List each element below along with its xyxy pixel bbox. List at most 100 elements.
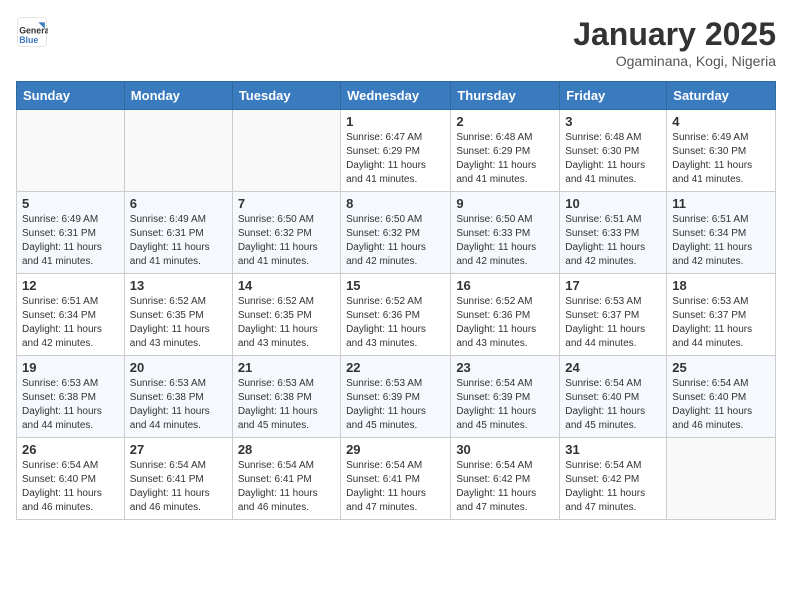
calendar-week-2: 5 Sunrise: 6:49 AMSunset: 6:31 PMDaylight… [17, 192, 776, 274]
calendar-cell: 25 Sunrise: 6:54 AMSunset: 6:40 PMDayligh… [667, 356, 776, 438]
day-info: Sunrise: 6:54 AMSunset: 6:41 PMDaylight:… [346, 459, 445, 515]
day-number: 3 [565, 114, 661, 129]
day-info: Sunrise: 6:47 AMSunset: 6:29 PMDaylight:… [346, 131, 445, 187]
day-info: Sunrise: 6:50 AMSunset: 6:32 PMDaylight:… [346, 213, 445, 269]
day-info: Sunrise: 6:52 AMSunset: 6:36 PMDaylight:… [346, 295, 445, 351]
weekday-header-monday: Monday [124, 82, 232, 110]
calendar-cell: 27 Sunrise: 6:54 AMSunset: 6:41 PMDayligh… [124, 438, 232, 520]
calendar-cell: 3 Sunrise: 6:48 AMSunset: 6:30 PMDaylight… [560, 110, 667, 192]
calendar-cell [667, 438, 776, 520]
day-number: 23 [456, 360, 554, 375]
calendar-cell: 7Sunrise: 6:50 AMSunset: 6:32 PMDaylight… [232, 192, 340, 274]
calendar-location: Ogaminana, Kogi, Nigeria [573, 53, 776, 69]
day-number: 24 [565, 360, 661, 375]
calendar-cell: 29Sunrise: 6:54 AMSunset: 6:41 PMDayligh… [341, 438, 451, 520]
weekday-header-friday: Friday [560, 82, 667, 110]
calendar-cell: 11Sunrise: 6:51 AMSunset: 6:34 PMDayligh… [667, 192, 776, 274]
weekday-header-sunday: Sunday [17, 82, 125, 110]
day-number: 11 [672, 196, 770, 211]
calendar-header-row: SundayMondayTuesdayWednesdayThursdayFrid… [17, 82, 776, 110]
calendar-cell: 22 Sunrise: 6:53 AMSunset: 6:39 PMDayligh… [341, 356, 451, 438]
calendar-cell: 23 Sunrise: 6:54 AMSunset: 6:39 PMDayligh… [451, 356, 560, 438]
day-number: 15 [346, 278, 445, 293]
calendar-cell: 28 Sunrise: 6:54 AMSunset: 6:41 PMDayligh… [232, 438, 340, 520]
day-number: 19 [22, 360, 119, 375]
day-info: Sunrise: 6:54 AMSunset: 6:40 PMDaylight:… [22, 459, 119, 515]
day-info: Sunrise: 6:51 AMSunset: 6:33 PMDaylight:… [565, 213, 661, 269]
day-number: 12 [22, 278, 119, 293]
day-number: 22 [346, 360, 445, 375]
calendar-week-3: 12 Sunrise: 6:51 AMSunset: 6:34 PMDayligh… [17, 274, 776, 356]
page-header: General Blue January 2025 Ogaminana, Kog… [16, 16, 776, 69]
day-number: 21 [238, 360, 335, 375]
weekday-header-tuesday: Tuesday [232, 82, 340, 110]
day-info: Sunrise: 6:51 AMSunset: 6:34 PMDaylight:… [22, 295, 119, 351]
day-info: Sunrise: 6:54 AMSunset: 6:40 PMDaylight:… [565, 377, 661, 433]
calendar-cell: 14 Sunrise: 6:52 AMSunset: 6:35 PMDayligh… [232, 274, 340, 356]
calendar-cell: 5 Sunrise: 6:49 AMSunset: 6:31 PMDaylight… [17, 192, 125, 274]
day-number: 25 [672, 360, 770, 375]
calendar-cell: 24 Sunrise: 6:54 AMSunset: 6:40 PMDayligh… [560, 356, 667, 438]
day-number: 4 [672, 114, 770, 129]
calendar-cell: 16Sunrise: 6:52 AMSunset: 6:36 PMDayligh… [451, 274, 560, 356]
day-number: 13 [130, 278, 227, 293]
day-number: 14 [238, 278, 335, 293]
calendar-cell: 26 Sunrise: 6:54 AMSunset: 6:40 PMDayligh… [17, 438, 125, 520]
day-number: 28 [238, 442, 335, 457]
day-info: Sunrise: 6:53 AMSunset: 6:38 PMDaylight:… [130, 377, 227, 433]
day-info: Sunrise: 6:53 AMSunset: 6:37 PMDaylight:… [565, 295, 661, 351]
calendar-week-4: 19 Sunrise: 6:53 AMSunset: 6:38 PMDayligh… [17, 356, 776, 438]
day-number: 30 [456, 442, 554, 457]
weekday-header-wednesday: Wednesday [341, 82, 451, 110]
calendar-cell: 6Sunrise: 6:49 AMSunset: 6:31 PMDaylight… [124, 192, 232, 274]
day-info: Sunrise: 6:50 AMSunset: 6:32 PMDaylight:… [238, 213, 335, 269]
day-number: 17 [565, 278, 661, 293]
calendar-cell: 9 Sunrise: 6:50 AMSunset: 6:33 PMDaylight… [451, 192, 560, 274]
day-number: 5 [22, 196, 119, 211]
calendar-cell: 13 Sunrise: 6:52 AMSunset: 6:35 PMDayligh… [124, 274, 232, 356]
day-info: Sunrise: 6:53 AMSunset: 6:38 PMDaylight:… [22, 377, 119, 433]
day-number: 26 [22, 442, 119, 457]
calendar-title: January 2025 [573, 16, 776, 53]
calendar-cell: 12 Sunrise: 6:51 AMSunset: 6:34 PMDayligh… [17, 274, 125, 356]
day-info: Sunrise: 6:54 AMSunset: 6:41 PMDaylight:… [130, 459, 227, 515]
day-info: Sunrise: 6:48 AMSunset: 6:30 PMDaylight:… [565, 131, 661, 187]
svg-text:Blue: Blue [19, 35, 38, 45]
day-number: 16 [456, 278, 554, 293]
calendar-cell: 8 Sunrise: 6:50 AMSunset: 6:32 PMDaylight… [341, 192, 451, 274]
day-info: Sunrise: 6:53 AMSunset: 6:38 PMDaylight:… [238, 377, 335, 433]
day-info: Sunrise: 6:54 AMSunset: 6:40 PMDaylight:… [672, 377, 770, 433]
calendar-cell: 19 Sunrise: 6:53 AMSunset: 6:38 PMDayligh… [17, 356, 125, 438]
day-info: Sunrise: 6:52 AMSunset: 6:35 PMDaylight:… [130, 295, 227, 351]
calendar-cell: 2Sunrise: 6:48 AMSunset: 6:29 PMDaylight… [451, 110, 560, 192]
day-number: 27 [130, 442, 227, 457]
calendar-cell: 30 Sunrise: 6:54 AMSunset: 6:42 PMDayligh… [451, 438, 560, 520]
logo-icon: General Blue [16, 16, 48, 48]
day-info: Sunrise: 6:53 AMSunset: 6:37 PMDaylight:… [672, 295, 770, 351]
day-info: Sunrise: 6:54 AMSunset: 6:41 PMDaylight:… [238, 459, 335, 515]
day-info: Sunrise: 6:50 AMSunset: 6:33 PMDaylight:… [456, 213, 554, 269]
day-info: Sunrise: 6:54 AMSunset: 6:39 PMDaylight:… [456, 377, 554, 433]
day-number: 2 [456, 114, 554, 129]
weekday-header-saturday: Saturday [667, 82, 776, 110]
day-info: Sunrise: 6:52 AMSunset: 6:35 PMDaylight:… [238, 295, 335, 351]
day-number: 10 [565, 196, 661, 211]
day-number: 6 [130, 196, 227, 211]
calendar-cell: 17 Sunrise: 6:53 AMSunset: 6:37 PMDayligh… [560, 274, 667, 356]
calendar-cell [232, 110, 340, 192]
calendar-cell: 1Sunrise: 6:47 AMSunset: 6:29 PMDaylight… [341, 110, 451, 192]
day-number: 20 [130, 360, 227, 375]
day-number: 8 [346, 196, 445, 211]
calendar-table: SundayMondayTuesdayWednesdayThursdayFrid… [16, 81, 776, 520]
calendar-cell: 31 Sunrise: 6:54 AMSunset: 6:42 PMDayligh… [560, 438, 667, 520]
calendar-cell: 21 Sunrise: 6:53 AMSunset: 6:38 PMDayligh… [232, 356, 340, 438]
calendar-cell [124, 110, 232, 192]
day-number: 31 [565, 442, 661, 457]
day-info: Sunrise: 6:54 AMSunset: 6:42 PMDaylight:… [456, 459, 554, 515]
day-info: Sunrise: 6:53 AMSunset: 6:39 PMDaylight:… [346, 377, 445, 433]
day-info: Sunrise: 6:49 AMSunset: 6:30 PMDaylight:… [672, 131, 770, 187]
day-number: 9 [456, 196, 554, 211]
day-info: Sunrise: 6:54 AMSunset: 6:42 PMDaylight:… [565, 459, 661, 515]
calendar-cell: 18Sunrise: 6:53 AMSunset: 6:37 PMDayligh… [667, 274, 776, 356]
day-info: Sunrise: 6:49 AMSunset: 6:31 PMDaylight:… [22, 213, 119, 269]
